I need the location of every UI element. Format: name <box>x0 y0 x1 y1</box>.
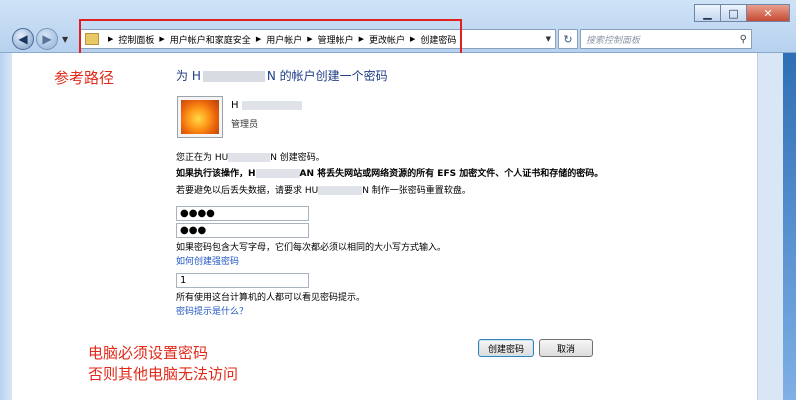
new-password-input[interactable]: ●●●● <box>176 206 309 221</box>
warning-prefix: 如果执行该操作，H <box>176 169 256 179</box>
strong-password-link[interactable]: 如何创建强密码 <box>176 254 239 267</box>
efs-warning-text: 如果执行该操作，H AN 将丢失网站或网络资源的所有 EFS 加密文件、个人证书和… <box>176 166 603 179</box>
case-sensitivity-hint: 如果密码包含大写字母，它们每次都必须以相同的大小写方式输入。 <box>176 243 447 253</box>
redacted-name <box>255 169 300 178</box>
window-right-frame <box>757 53 796 400</box>
password-hint-input[interactable]: 1 <box>176 273 309 288</box>
user-role: 管理员 <box>231 120 259 130</box>
search-placeholder: 搜索控制面板 <box>586 35 641 46</box>
redacted-name <box>318 186 363 195</box>
user-name: H <box>231 100 302 111</box>
address-dropdown-icon[interactable]: ▼ <box>546 35 551 43</box>
reset-disk-advice: 若要避免以后丢失数据，请要求 HU N 制作一张密码重置软盘。 <box>176 183 471 196</box>
forward-button[interactable]: ▶ <box>36 28 58 50</box>
back-button[interactable]: ◀ <box>12 28 34 50</box>
note-annotation-line2: 否则其他电脑无法访问 <box>88 365 239 383</box>
creating-prefix: 您正在为 HU <box>176 153 229 163</box>
forward-arrow-icon: ▶ <box>42 32 52 46</box>
page-title: 为 H N 的帐户创建一个密码 <box>176 67 388 84</box>
refresh-button[interactable]: ↻ <box>558 29 578 49</box>
maximize-button[interactable]: □ <box>720 4 746 22</box>
window-left-frame <box>0 53 12 400</box>
create-password-button[interactable]: 创建密码 <box>478 339 534 357</box>
user-name-prefix: H <box>231 100 239 111</box>
hint-visibility-note: 所有使用这台计算机的人都可以看见密码提示。 <box>176 293 366 303</box>
address-highlight-box <box>79 19 462 56</box>
advice-prefix: 若要避免以后丢失数据，请要求 HU <box>176 186 319 196</box>
flower-picture-icon <box>181 100 219 134</box>
warning-suffix: AN 将丢失网站或网络资源的所有 EFS 加密文件、个人证书和存储的密码。 <box>299 169 604 179</box>
advice-suffix: N 制作一张密码重置软盘。 <box>362 186 471 196</box>
cancel-button[interactable]: 取消 <box>539 339 593 357</box>
page-title-suffix: N 的帐户创建一个密码 <box>266 69 388 83</box>
avatar <box>177 96 223 138</box>
window-controls: ▁ □ ✕ <box>694 4 790 22</box>
confirm-password-input[interactable]: ●●● <box>176 223 309 238</box>
refresh-icon: ↻ <box>563 32 573 46</box>
password-hint-help-link[interactable]: 密码提示是什么？ <box>176 304 248 317</box>
note-annotation-line1: 电脑必须设置密码 <box>88 344 209 362</box>
close-button[interactable]: ✕ <box>746 4 790 22</box>
redacted-name <box>202 71 265 82</box>
path-annotation: 参考路径 <box>54 69 115 87</box>
creating-suffix: N 创建密码。 <box>270 153 325 163</box>
search-input[interactable]: 搜索控制面板 ⚲ <box>580 29 752 49</box>
page-title-prefix: 为 H <box>176 69 201 83</box>
minimize-button[interactable]: ▁ <box>694 4 720 22</box>
redacted-name <box>228 153 271 162</box>
navigation-buttons: ◀ ▶ ▼ <box>12 28 68 50</box>
creating-for-text: 您正在为 HU N 创建密码。 <box>176 150 325 163</box>
back-arrow-icon: ◀ <box>18 32 28 46</box>
recent-pages-dropdown-icon[interactable]: ▼ <box>62 35 68 44</box>
desktop-edge <box>783 53 796 400</box>
search-icon[interactable]: ⚲ <box>740 34 747 45</box>
redacted-name <box>241 100 302 110</box>
